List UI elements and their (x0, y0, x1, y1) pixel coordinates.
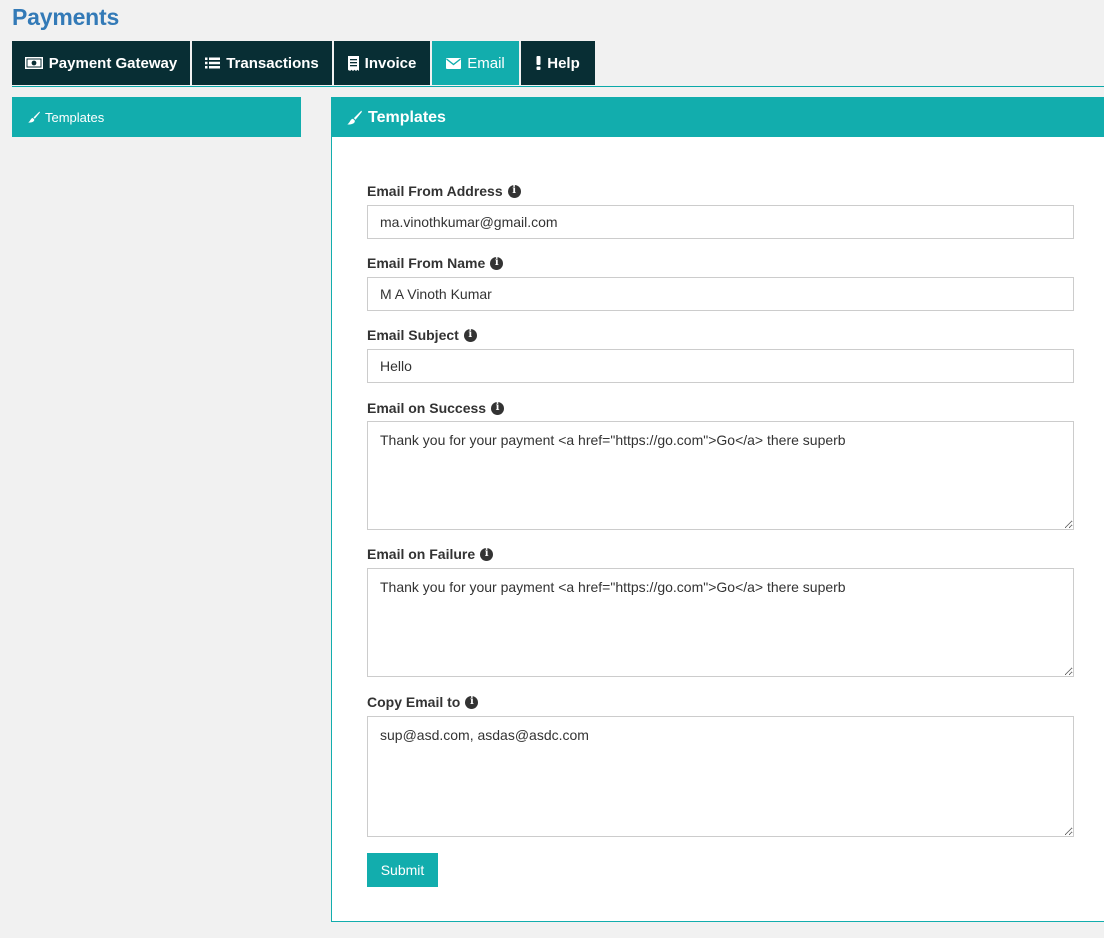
templates-panel: Templates Email From Address i Email Fro… (331, 97, 1104, 922)
tab-bar: Payment Gateway Transactions Invoice Ema… (12, 41, 1104, 87)
tab-email[interactable]: Email (432, 41, 519, 85)
on-success-textarea[interactable]: Thank you for your payment <a href="http… (367, 421, 1074, 530)
sidebar-item-label: Templates (45, 109, 105, 125)
tab-label: Email (467, 54, 505, 72)
info-icon[interactable]: i (491, 401, 505, 415)
from-address-label: Email From Address i (367, 183, 521, 199)
copy-to-label: Copy Email to i (367, 694, 479, 710)
submit-button[interactable]: Submit (367, 853, 438, 887)
info-icon[interactable]: i (480, 547, 494, 561)
tab-label: Transactions (226, 54, 319, 72)
copy-to-textarea[interactable]: sup@asd.com, asdas@asdc.com (367, 716, 1074, 837)
tab-label: Invoice (364, 54, 417, 72)
tab-label: Payment Gateway (48, 54, 178, 72)
from-name-label-text: Email From Name (367, 255, 486, 271)
tab-help[interactable]: Help (521, 41, 595, 85)
panel-header: Templates (332, 98, 1104, 137)
info-icon[interactable]: i (463, 328, 477, 342)
info-icon[interactable]: i (465, 695, 479, 709)
from-address-label-text: Email From Address (367, 183, 503, 199)
list-icon (205, 57, 221, 69)
from-name-label: Email From Name i (367, 255, 504, 271)
tab-label: Help (547, 54, 580, 72)
on-failure-label: Email on Failure i (367, 546, 494, 562)
panel-title: Templates (368, 108, 446, 126)
money-icon (24, 57, 43, 69)
tab-transactions[interactable]: Transactions (192, 41, 332, 85)
tab-invoice[interactable]: Invoice (334, 41, 430, 85)
paintbrush-icon (28, 111, 40, 123)
copy-to-label-text: Copy Email to (367, 694, 461, 710)
receipt-icon (347, 55, 359, 71)
on-failure-textarea[interactable]: Thank you for your payment <a href="http… (367, 568, 1074, 677)
subject-input[interactable] (367, 349, 1074, 383)
from-name-input[interactable] (367, 277, 1074, 311)
exclamation-icon (536, 56, 541, 70)
on-success-label: Email on Success i (367, 400, 505, 416)
page-title: Payments (12, 4, 120, 30)
from-address-input[interactable] (367, 205, 1074, 239)
subject-label: Email Subject i (367, 327, 477, 343)
info-icon[interactable]: i (507, 184, 521, 198)
info-icon[interactable]: i (490, 256, 504, 270)
paintbrush-icon (347, 110, 362, 125)
sidebar-item-templates[interactable]: Templates (12, 97, 301, 137)
tab-payment-gateway[interactable]: Payment Gateway (12, 41, 190, 85)
on-failure-label-text: Email on Failure (367, 546, 476, 562)
subject-label-text: Email Subject (367, 327, 459, 343)
envelope-icon (446, 57, 462, 69)
on-success-label-text: Email on Success (367, 400, 487, 416)
